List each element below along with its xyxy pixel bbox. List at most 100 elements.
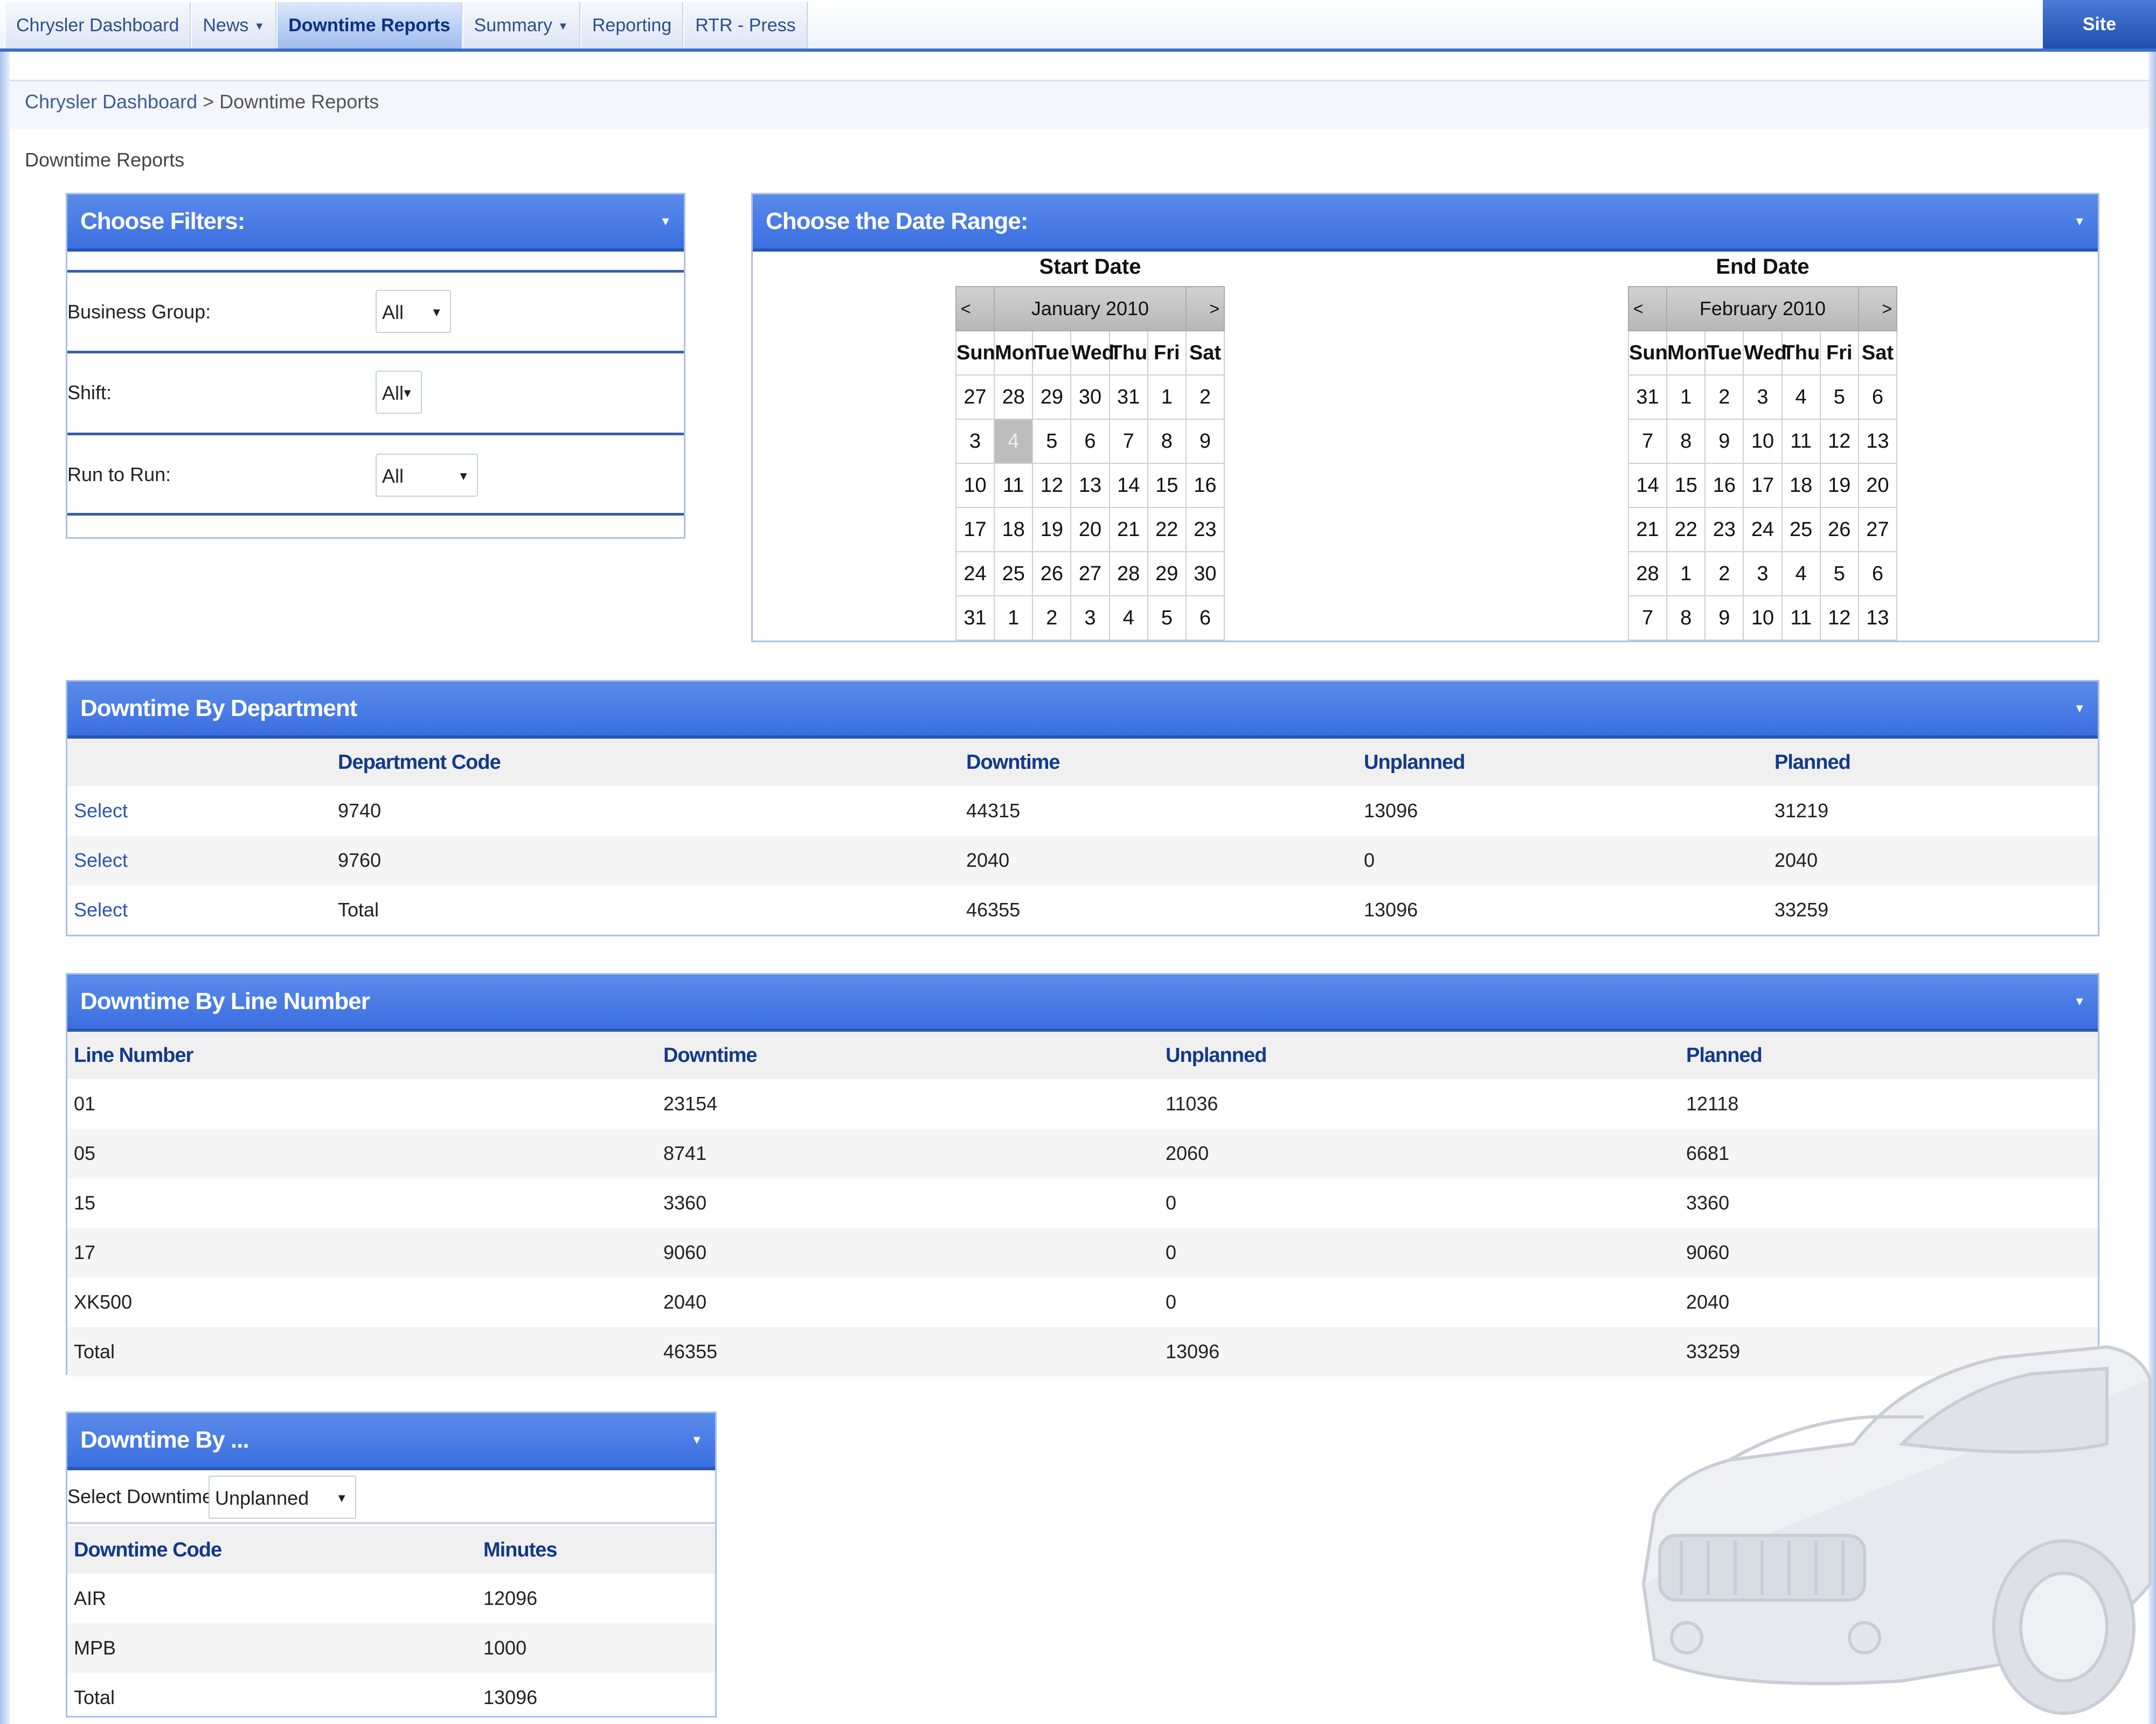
calendar-day[interactable]: 5 [1819, 374, 1859, 420]
calendar-day[interactable]: 20 [1857, 463, 1898, 508]
site-actions-button[interactable]: Site Actions ▼ [2043, 0, 2156, 83]
calendar-day[interactable]: 4 [1781, 551, 1821, 596]
calendar-day[interactable]: 6 [1857, 374, 1898, 420]
calendar-day[interactable]: 12 [1032, 463, 1072, 508]
tab-summary[interactable]: Summary ▼ [462, 2, 580, 48]
calendar-day[interactable]: 19 [1819, 463, 1859, 508]
calendar-day[interactable]: 15 [1147, 463, 1187, 508]
calendar-day[interactable]: 22 [1147, 507, 1187, 552]
column-header[interactable]: Downtime [657, 1032, 1159, 1079]
business-group-select[interactable]: All ▼ [376, 290, 451, 333]
calendar-day[interactable]: 7 [1627, 595, 1668, 641]
tab-reporting[interactable]: Reporting [580, 2, 684, 48]
calendar-day[interactable]: 15 [1666, 463, 1706, 508]
calendar-day[interactable]: 6 [1185, 595, 1225, 641]
calendar-day[interactable]: 3 [1070, 595, 1110, 641]
calendar-day[interactable]: 8 [1147, 419, 1187, 464]
calendar-day[interactable]: 9 [1185, 419, 1225, 464]
tab-downtime-reports[interactable]: Downtime Reports [276, 2, 462, 48]
calendar-day[interactable]: 7 [1108, 419, 1148, 464]
calendar-day[interactable]: 2 [1032, 595, 1072, 641]
calendar-day[interactable]: 1 [1666, 551, 1706, 596]
calendar-day[interactable]: 13 [1070, 463, 1110, 508]
breadcrumb-root-link[interactable]: Chrysler Dashboard [25, 91, 197, 113]
calendar-day[interactable]: 11 [1781, 419, 1821, 464]
calendar-day[interactable]: 30 [1185, 551, 1225, 596]
calendar-day[interactable]: 16 [1704, 463, 1744, 508]
webpart-menu-icon[interactable]: ▼ [660, 194, 671, 248]
next-month-button[interactable]: > [1185, 286, 1225, 331]
select-link[interactable]: Select [74, 800, 128, 822]
shift-select[interactable]: All ▼ [376, 371, 422, 414]
calendar-day[interactable]: 4 [994, 419, 1034, 464]
tab-chrysler-dashboard[interactable]: Chrysler Dashboard [4, 2, 191, 48]
calendar-day[interactable]: 24 [955, 551, 995, 596]
calendar-day[interactable]: 28 [994, 374, 1034, 420]
calendar-day[interactable]: 2 [1185, 374, 1225, 420]
calendar-day[interactable]: 25 [994, 551, 1034, 596]
calendar-day[interactable]: 29 [1032, 374, 1072, 420]
downtime-by-select[interactable]: Unplanned Codes▼ [209, 1476, 356, 1552]
calendar-day[interactable]: 5 [1032, 419, 1072, 464]
calendar-day[interactable]: 16 [1185, 463, 1225, 508]
calendar-day[interactable]: 1 [1147, 374, 1187, 420]
webpart-menu-icon[interactable]: ▼ [2074, 194, 2085, 248]
calendar-day[interactable]: 21 [1108, 507, 1148, 552]
calendar-day[interactable]: 26 [1032, 551, 1072, 596]
calendar-day[interactable]: 14 [1627, 463, 1668, 508]
calendar-day[interactable]: 24 [1743, 507, 1783, 552]
calendar-day[interactable]: 13 [1857, 595, 1898, 641]
calendar-day[interactable]: 8 [1666, 419, 1706, 464]
calendar-day[interactable]: 17 [1743, 463, 1783, 508]
run-to-run-select[interactable]: All ▼ [376, 454, 478, 497]
calendar-day[interactable]: 10 [1743, 419, 1783, 464]
calendar-day[interactable]: 3 [1743, 551, 1783, 596]
calendar-day[interactable]: 30 [1070, 374, 1110, 420]
calendar-day[interactable]: 18 [994, 507, 1034, 552]
calendar-day[interactable]: 14 [1108, 463, 1148, 508]
calendar-day[interactable]: 1 [1666, 374, 1706, 420]
webpart-menu-icon[interactable]: ▼ [2074, 975, 2085, 1028]
calendar-day[interactable]: 26 [1819, 507, 1859, 552]
calendar-day[interactable]: 18 [1781, 463, 1821, 508]
column-header[interactable]: Department Code [331, 739, 960, 786]
calendar-day[interactable]: 11 [1781, 595, 1821, 641]
column-header[interactable]: Downtime [960, 739, 1357, 786]
calendar-day[interactable]: 3 [1743, 374, 1783, 420]
calendar-day[interactable]: 31 [955, 595, 995, 641]
calendar-day[interactable]: 4 [1781, 374, 1821, 420]
next-month-button[interactable]: > [1857, 286, 1898, 331]
calendar-day[interactable]: 5 [1147, 595, 1187, 641]
calendar-day[interactable]: 17 [955, 507, 995, 552]
calendar-day[interactable]: 6 [1070, 419, 1110, 464]
tab-rtr-press[interactable]: RTR - Press [683, 2, 808, 48]
column-header[interactable]: Planned [1680, 1032, 2098, 1079]
calendar-day[interactable]: 27 [1070, 551, 1110, 596]
calendar-day[interactable]: 21 [1627, 507, 1668, 552]
calendar-day[interactable]: 19 [1032, 507, 1072, 552]
calendar-day[interactable]: 5 [1819, 551, 1859, 596]
calendar-day[interactable]: 1 [994, 595, 1034, 641]
column-header[interactable]: Unplanned [1357, 739, 1768, 786]
calendar-day[interactable]: 2 [1704, 551, 1744, 596]
calendar-day[interactable]: 12 [1819, 419, 1859, 464]
column-header[interactable]: Downtime Code [67, 1526, 477, 1574]
calendar-day[interactable]: 25 [1781, 507, 1821, 552]
webpart-menu-icon[interactable]: ▼ [2074, 682, 2085, 735]
calendar-day[interactable]: 9 [1704, 595, 1744, 641]
column-header[interactable]: Unplanned [1159, 1032, 1680, 1079]
calendar-day[interactable]: 6 [1857, 551, 1898, 596]
calendar-day[interactable]: 23 [1185, 507, 1225, 552]
calendar-day[interactable]: 28 [1627, 551, 1668, 596]
column-header[interactable]: Planned [1768, 739, 2098, 786]
calendar-day[interactable]: 10 [955, 463, 995, 508]
calendar-day[interactable]: 12 [1819, 595, 1859, 641]
calendar-day[interactable]: 9 [1704, 419, 1744, 464]
calendar-day[interactable]: 2 [1704, 374, 1744, 420]
calendar-day[interactable]: 23 [1704, 507, 1744, 552]
column-header[interactable]: Line Number [67, 1032, 657, 1079]
calendar-day[interactable]: 13 [1857, 419, 1898, 464]
calendar-day[interactable]: 20 [1070, 507, 1110, 552]
calendar-day[interactable]: 29 [1147, 551, 1187, 596]
select-link[interactable]: Select [74, 849, 128, 871]
